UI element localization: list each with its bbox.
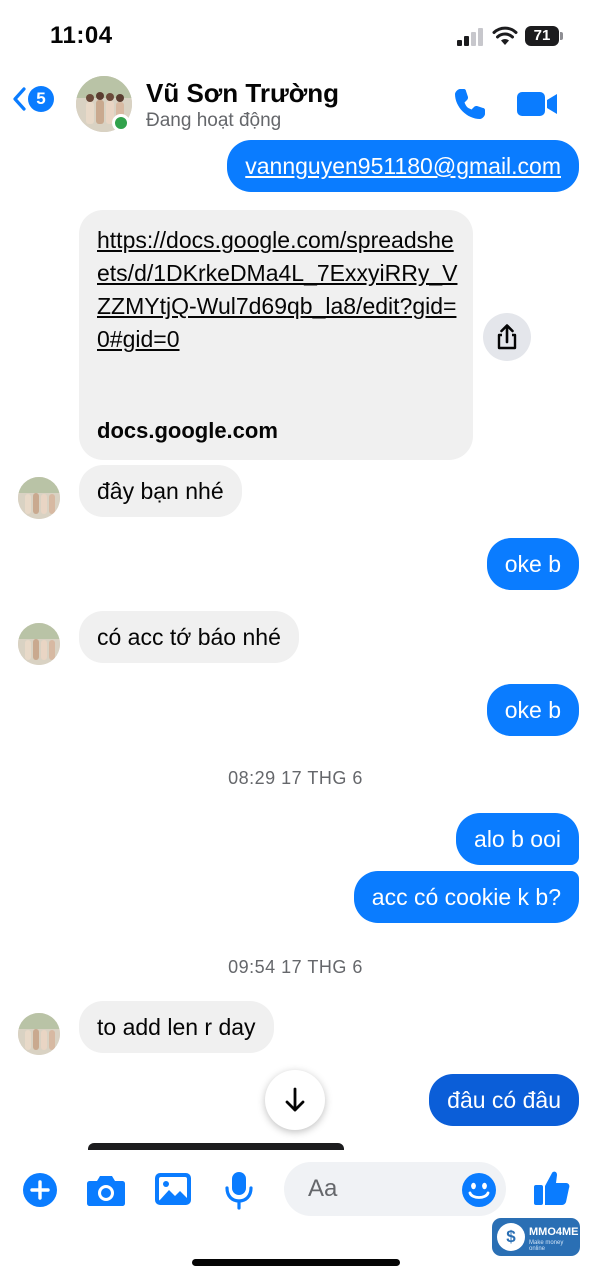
message-timestamp: 09:54 17 THG 6 <box>228 957 363 977</box>
incoming-message[interactable]: đây bạn nhé <box>79 465 242 517</box>
emoji-icon[interactable] <box>461 1172 497 1208</box>
camera-icon[interactable] <box>86 1172 126 1208</box>
outgoing-message[interactable]: vannguyen951180@gmail.com <box>227 140 579 192</box>
home-indicator[interactable] <box>192 1259 400 1266</box>
scroll-to-bottom-button[interactable] <box>265 1070 325 1130</box>
video-call-icon[interactable] <box>516 88 558 120</box>
partially-hidden-message <box>88 1143 344 1150</box>
online-status-dot <box>112 114 130 132</box>
share-icon <box>497 324 517 350</box>
watermark-subtext: Make money online <box>529 1240 564 1252</box>
arrow-down-icon <box>285 1087 305 1112</box>
unread-count-badge: 5 <box>28 86 54 112</box>
mmo4me-watermark: $ MMO4ME Make money online <box>492 1218 580 1256</box>
battery-icon: 71 <box>525 26 563 46</box>
link-url[interactable]: https://docs.google.com/spreadsheets/d/1… <box>97 224 463 356</box>
share-button[interactable] <box>483 313 531 361</box>
outgoing-message[interactable]: oke b <box>486 538 579 590</box>
incoming-message[interactable]: có acc tớ báo nhé <box>79 611 299 663</box>
contact-activity-status: Đang hoạt động <box>146 110 282 131</box>
contact-mini-avatar <box>18 1013 60 1055</box>
message-timestamp: 08:29 17 THG 6 <box>228 768 363 788</box>
link-preview-card[interactable]: https://docs.google.com/spreadsheets/d/1… <box>79 210 473 460</box>
plus-icon[interactable] <box>22 1172 58 1208</box>
outgoing-message[interactable]: oke b <box>486 684 579 736</box>
status-time: 11:04 <box>50 22 113 49</box>
dollar-coin-icon: $ <box>497 1223 525 1251</box>
thumbs-up-icon[interactable] <box>532 1168 572 1208</box>
message-input-placeholder: Aa <box>308 1175 338 1202</box>
link-domain: docs.google.com <box>97 418 278 443</box>
chevron-left-icon <box>13 87 26 111</box>
conversation-header: 5 Vũ Sơn Trường Đang hoạt động <box>0 70 591 140</box>
contact-mini-avatar <box>18 623 60 665</box>
incoming-message[interactable]: to add len r day <box>79 1001 274 1053</box>
status-bar: 11:04 71 <box>0 0 591 70</box>
outgoing-message[interactable]: alo b ooi <box>456 813 579 865</box>
outgoing-message[interactable]: acc có cookie k b? <box>353 871 579 923</box>
microphone-icon[interactable] <box>224 1170 254 1210</box>
message-list[interactable]: vannguyen951180@gmail.com https://docs.g… <box>0 140 591 1150</box>
watermark-text: MMO4ME <box>529 1226 579 1238</box>
contact-mini-avatar <box>18 477 60 519</box>
phone-call-icon[interactable] <box>452 86 488 122</box>
gallery-icon[interactable] <box>154 1171 192 1207</box>
battery-level: 71 <box>525 26 559 46</box>
wifi-icon <box>492 26 518 45</box>
cellular-signal-icon <box>457 28 483 46</box>
outgoing-message[interactable]: đâu có đâu <box>429 1074 579 1126</box>
contact-name[interactable]: Vũ Sơn Trường <box>146 78 339 109</box>
back-button[interactable]: 5 <box>12 86 54 112</box>
